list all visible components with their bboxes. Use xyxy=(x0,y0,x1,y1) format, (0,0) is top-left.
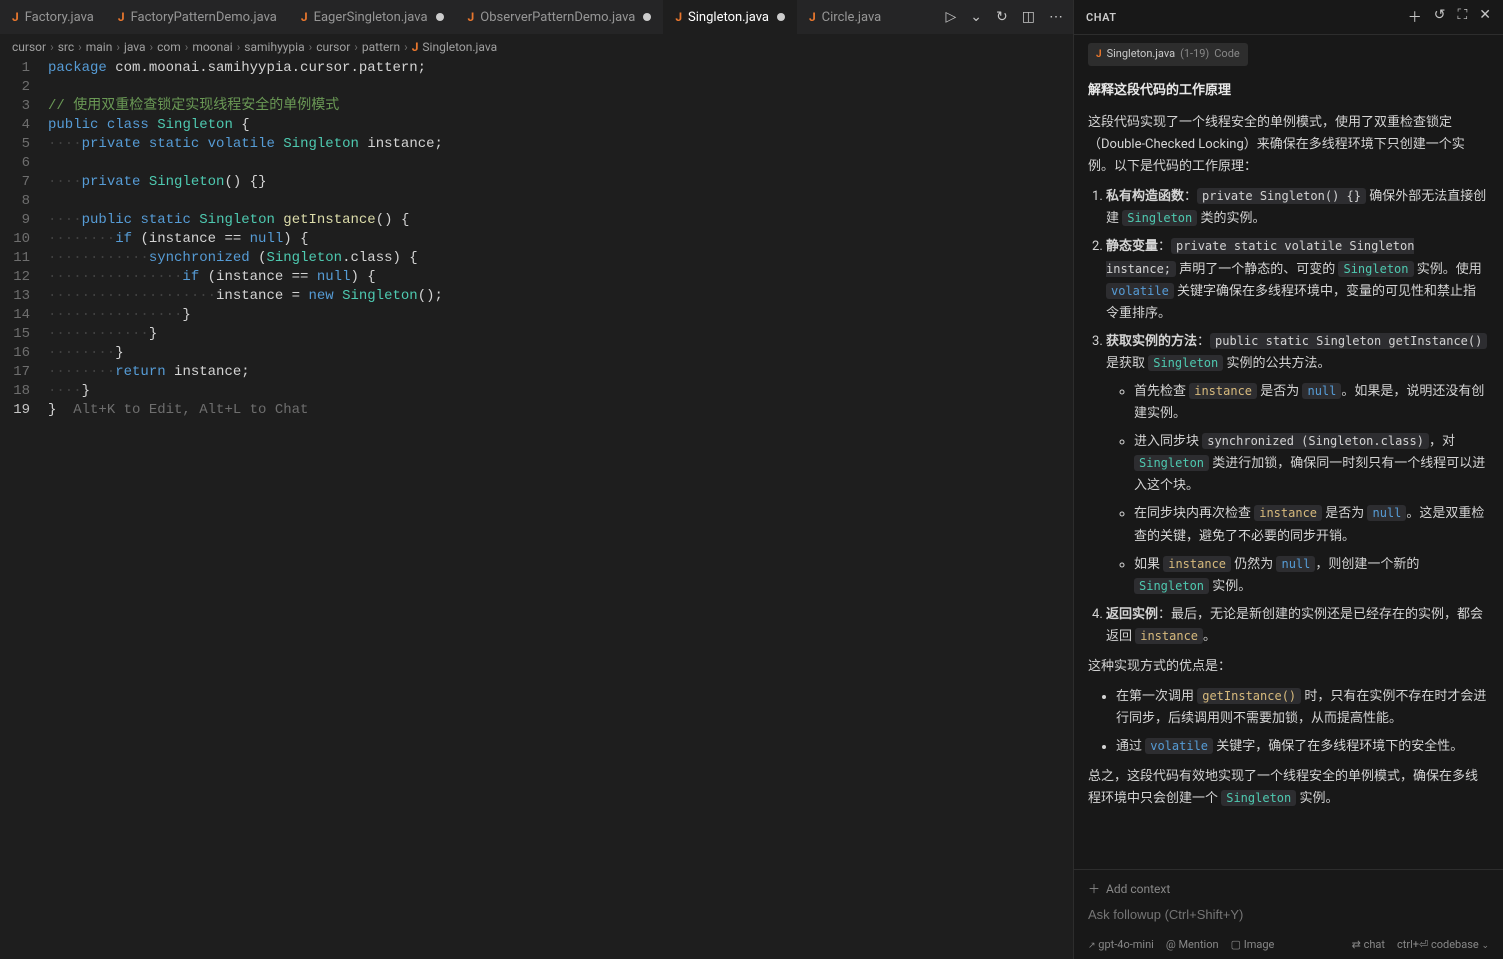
tab-eager-singleton[interactable]: JEagerSingleton.java xyxy=(289,0,456,34)
more-icon[interactable]: ⋯ xyxy=(1049,9,1063,25)
mention-button[interactable]: @ Mention xyxy=(1166,938,1219,951)
chat-footer: ↗ gpt-4o-mini @ Mention ▢ Image ⇄ chat c… xyxy=(1074,932,1503,959)
tab-circle[interactable]: JCircle.java xyxy=(797,0,893,34)
chat-body[interactable]: J Singleton.java (1-19) Code 解释这段代码的工作原理… xyxy=(1074,35,1503,869)
run-icon[interactable]: ▷ xyxy=(946,9,957,25)
chat-pane: CHAT ＋ ↺ ⛶ ✕ J Singleton.java (1-19) Cod… xyxy=(1073,0,1503,959)
expand-icon[interactable]: ⛶ xyxy=(1457,7,1467,27)
chat-explanation-list: 私有构造函数：private Singleton() {} 确保外部无法直接创建… xyxy=(1106,186,1489,648)
chat-input-area: ＋Add context xyxy=(1074,869,1503,932)
chat-question: 解释这段代码的工作原理 xyxy=(1088,80,1489,102)
chat-intro: 这段代码实现了一个线程安全的单例模式，使用了双重检查锁定（Double-Chec… xyxy=(1088,112,1489,178)
split-icon[interactable]: ◫ xyxy=(1022,9,1035,25)
tab-observer-demo[interactable]: JObserverPatternDemo.java xyxy=(456,0,664,34)
inline-hint: Alt+K to Edit, Alt+L to Chat xyxy=(73,402,308,418)
codebase-button[interactable]: ctrl+⏎ codebase ⌄ xyxy=(1397,938,1489,951)
code-editor[interactable]: 1package com.moonai.samihyypia.cursor.pa… xyxy=(0,59,1073,959)
caret-down-icon[interactable]: ⌄ xyxy=(970,9,982,25)
chat-header: CHAT ＋ ↺ ⛶ ✕ xyxy=(1074,0,1503,35)
breadcrumb[interactable]: cursor› src› main› java› com› moonai› sa… xyxy=(0,35,1073,59)
image-button[interactable]: ▢ Image xyxy=(1231,938,1275,951)
tab-factory[interactable]: JFactory.java xyxy=(0,0,106,34)
context-chip[interactable]: J Singleton.java (1-19) Code xyxy=(1088,43,1248,66)
plus-icon: ＋ xyxy=(1088,880,1100,897)
tab-actions: ▷ ⌄ ↻ ◫ ⋯ xyxy=(936,9,1073,25)
tab-bar: JFactory.java JFactoryPatternDemo.java J… xyxy=(0,0,1073,35)
tab-singleton[interactable]: JSingleton.java xyxy=(663,0,797,34)
chat-input[interactable] xyxy=(1088,903,1489,926)
add-context-button[interactable]: ＋Add context xyxy=(1088,880,1489,897)
close-icon[interactable]: ✕ xyxy=(1479,7,1491,27)
chat-title: CHAT xyxy=(1086,11,1117,24)
editor-pane: JFactory.java JFactoryPatternDemo.java J… xyxy=(0,0,1073,959)
model-selector[interactable]: ↗ gpt-4o-mini xyxy=(1088,938,1154,951)
refresh-icon[interactable]: ↻ xyxy=(996,9,1008,25)
tab-factory-demo[interactable]: JFactoryPatternDemo.java xyxy=(106,0,289,34)
new-chat-icon[interactable]: ＋ xyxy=(1408,7,1422,27)
history-icon[interactable]: ↺ xyxy=(1434,7,1446,27)
chat-mode[interactable]: ⇄ chat xyxy=(1352,938,1385,951)
